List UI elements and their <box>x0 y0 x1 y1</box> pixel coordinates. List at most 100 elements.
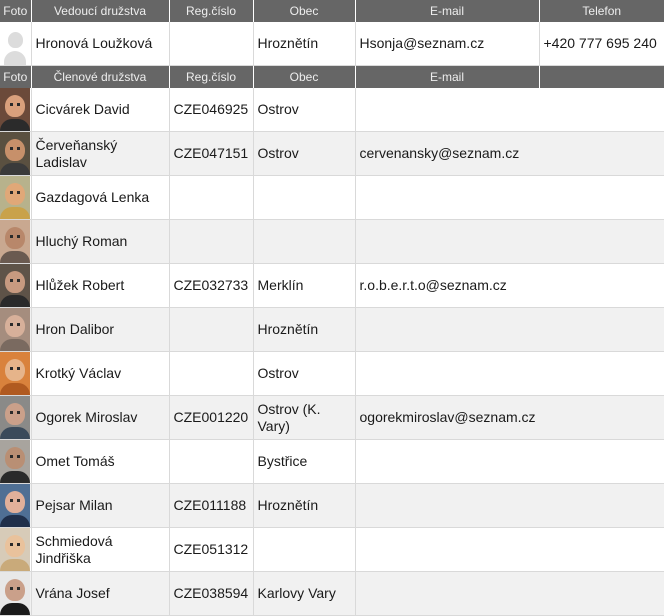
member-reg: CZE047151 <box>169 131 254 176</box>
member-reg <box>169 307 254 352</box>
header-reg: Reg.číslo <box>169 0 254 22</box>
member-email[interactable]: r.o.b.e.r.t.o@seznam.cz <box>355 263 664 308</box>
member-email[interactable] <box>355 439 664 484</box>
member-obec <box>253 527 356 572</box>
member-name: Pejsar Milan <box>31 483 170 528</box>
avatar <box>0 528 30 571</box>
member-reg <box>169 219 254 264</box>
team-table: Foto Vedoucí družstva Reg.číslo Obec E-m… <box>0 0 664 616</box>
member-obec: Bystřice <box>253 439 356 484</box>
member-photo <box>0 219 32 264</box>
leader-email[interactable]: Hsonja@seznam.cz <box>355 22 540 66</box>
member-email[interactable] <box>355 88 664 132</box>
member-reg <box>169 175 254 220</box>
member-row: Hluchý Roman <box>0 219 664 264</box>
member-name: Hluchý Roman <box>31 219 170 264</box>
member-photo <box>0 527 32 572</box>
header-foto: Foto <box>0 0 32 22</box>
member-reg: CZE038594 <box>169 571 254 616</box>
members-header-reg: Reg.číslo <box>169 65 254 88</box>
avatar <box>0 176 30 219</box>
member-obec: Karlovy Vary <box>253 571 356 616</box>
member-obec: Ostrov (K. Vary) <box>253 395 356 440</box>
member-email[interactable] <box>355 219 664 264</box>
member-name: Ogorek Miroslav <box>31 395 170 440</box>
member-email[interactable] <box>355 483 664 528</box>
members-header-obec: Obec <box>253 65 356 88</box>
members-header-email: E-mail <box>355 65 540 88</box>
member-obec <box>253 219 356 264</box>
member-row: Červeňanský Ladislav CZE047151 Ostrov cerve… <box>0 131 664 176</box>
member-row: Vrána Josef CZE038594 Karlovy Vary <box>0 571 664 616</box>
members-header-foto: Foto <box>0 65 32 88</box>
member-photo <box>0 395 32 440</box>
leader-photo <box>0 22 32 66</box>
member-photo <box>0 263 32 308</box>
avatar <box>0 484 30 527</box>
member-photo <box>0 439 32 484</box>
avatar <box>0 264 30 307</box>
member-reg <box>169 351 254 396</box>
member-reg: CZE046925 <box>169 88 254 132</box>
member-name: Hlůžek Robert <box>31 263 170 308</box>
member-name: Hron Dalibor <box>31 307 170 352</box>
member-email[interactable] <box>355 527 664 572</box>
leader-reg <box>169 22 254 66</box>
member-obec: Ostrov <box>253 351 356 396</box>
member-name: Schmiedová Jindřiška <box>31 527 170 572</box>
member-name: Červeňanský Ladislav <box>31 131 170 176</box>
member-email[interactable]: ogorekmiroslav@seznam.cz <box>355 395 664 440</box>
member-email[interactable] <box>355 307 664 352</box>
avatar <box>0 132 30 175</box>
avatar <box>0 88 30 131</box>
header-obec: Obec <box>253 0 356 22</box>
member-name: Gazdagová Lenka <box>31 175 170 220</box>
member-name: Cicvárek David <box>31 88 170 132</box>
member-email[interactable] <box>355 351 664 396</box>
avatar-placeholder-icon <box>0 22 30 65</box>
member-photo <box>0 351 32 396</box>
header-telefon: Telefon <box>539 0 664 22</box>
member-name: Vrána Josef <box>31 571 170 616</box>
member-row: Pejsar Milan CZE011188 Hroznětín <box>0 483 664 528</box>
member-obec: Ostrov <box>253 88 356 132</box>
header-email: E-mail <box>355 0 540 22</box>
avatar <box>0 220 30 263</box>
member-photo <box>0 88 32 132</box>
members-header-row: Foto Členové družstva Reg.číslo Obec E-m… <box>0 65 664 88</box>
member-name: Krotký Václav <box>31 351 170 396</box>
leader-telefon: +420 777 695 240 <box>539 22 664 66</box>
member-row: Omet Tomáš Bystřice <box>0 439 664 484</box>
leader-name: Hronová Loužková <box>31 22 170 66</box>
member-obec: Hroznětín <box>253 307 356 352</box>
member-row: Hron Dalibor Hroznětín <box>0 307 664 352</box>
members-header-name: Členové družstva <box>31 65 170 88</box>
member-photo <box>0 571 32 616</box>
member-row: Krotký Václav Ostrov <box>0 351 664 396</box>
leader-row: Hronová Loužková Hroznětín Hsonja@seznam… <box>0 22 664 66</box>
member-obec: Merklín <box>253 263 356 308</box>
member-photo <box>0 175 32 220</box>
member-obec: Ostrov <box>253 131 356 176</box>
avatar <box>0 572 30 615</box>
avatar <box>0 440 30 483</box>
member-email[interactable] <box>355 175 664 220</box>
member-photo <box>0 307 32 352</box>
avatar <box>0 396 30 439</box>
leader-obec: Hroznětín <box>253 22 356 66</box>
member-row: Gazdagová Lenka <box>0 175 664 220</box>
member-row: Cicvárek David CZE046925 Ostrov <box>0 88 664 132</box>
member-reg: CZE011188 <box>169 483 254 528</box>
member-row: Schmiedová Jindřiška CZE051312 <box>0 527 664 572</box>
member-name: Omet Tomáš <box>31 439 170 484</box>
header-leader-name: Vedoucí družstva <box>31 0 170 22</box>
member-email[interactable]: cervenansky@seznam.cz <box>355 131 664 176</box>
member-reg: CZE001220 <box>169 395 254 440</box>
member-row: Ogorek Miroslav CZE001220 Ostrov (K. Vary)… <box>0 395 664 440</box>
member-reg <box>169 439 254 484</box>
members-header-empty <box>539 65 664 88</box>
leader-header-row: Foto Vedoucí družstva Reg.číslo Obec E-m… <box>0 0 664 22</box>
member-photo <box>0 131 32 176</box>
member-email[interactable] <box>355 571 664 616</box>
member-row: Hlůžek Robert CZE032733 Merklín r.o.b.e.r.t… <box>0 263 664 308</box>
